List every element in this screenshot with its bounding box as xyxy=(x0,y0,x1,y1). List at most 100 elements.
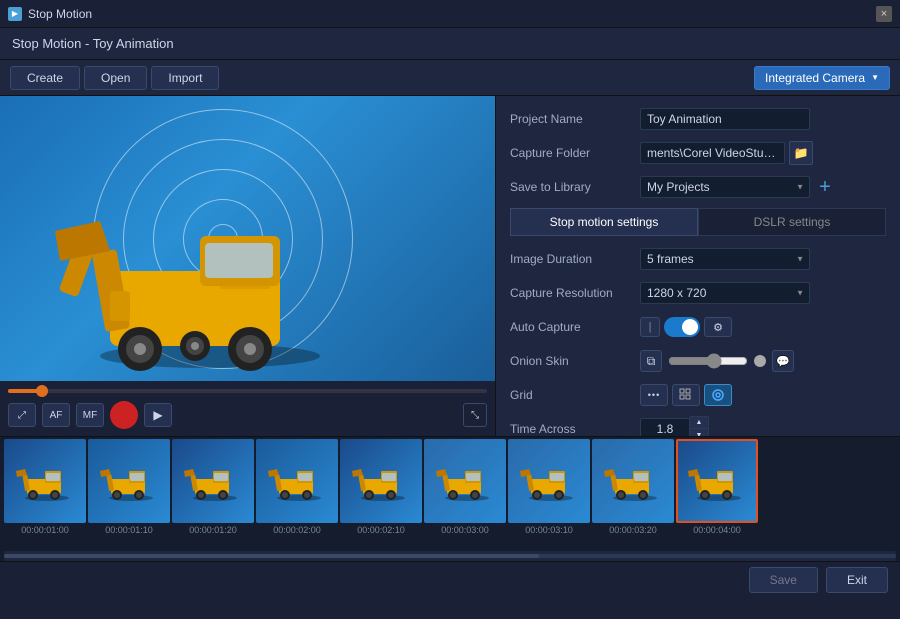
capture-resolution-label: Capture Resolution xyxy=(510,286,640,300)
capture-resolution-wrapper: 1280 x 720 1920 x 1080 640 x 480 xyxy=(640,282,810,304)
close-button[interactable]: × xyxy=(876,6,892,22)
save-library-row: Save to Library My Projects + xyxy=(510,174,886,200)
open-button[interactable]: Open xyxy=(84,66,147,90)
auto-capture-controls: | ⚙ xyxy=(640,317,732,337)
film-frame[interactable] xyxy=(592,439,674,523)
time-spin-up[interactable]: ▲ xyxy=(690,417,708,429)
slider-thumb-icon xyxy=(754,355,766,367)
image-duration-label: Image Duration xyxy=(510,252,640,266)
time-spin-down[interactable]: ▼ xyxy=(690,429,708,436)
grid-squares-button[interactable] xyxy=(672,384,700,406)
save-button[interactable]: Save xyxy=(749,567,818,593)
timestamp-label: 00:00:02:00 xyxy=(256,525,338,541)
camera-dropdown[interactable]: Integrated Camera ▼ xyxy=(754,66,890,90)
project-name-row: Project Name xyxy=(510,106,886,132)
play-button[interactable]: ▶ xyxy=(144,403,172,427)
project-name-input[interactable] xyxy=(640,108,810,130)
timestamp-label: 00:00:03:00 xyxy=(424,525,506,541)
time-spinners: ▲ ▼ xyxy=(690,416,709,436)
app-icon: ▶ xyxy=(8,7,22,21)
capture-folder-row: Capture Folder 📁 xyxy=(510,140,886,166)
progress-bar-container[interactable] xyxy=(8,385,487,397)
onion-end-button[interactable]: 💬 xyxy=(772,350,794,372)
timestamp-label: 00:00:03:20 xyxy=(592,525,674,541)
save-library-select[interactable]: My Projects xyxy=(640,176,810,198)
save-library-label: Save to Library xyxy=(510,180,640,194)
timestamps-row: 00:00:01:0000:00:01:1000:00:01:2000:00:0… xyxy=(0,525,900,541)
onion-layers-button[interactable]: ⧉ xyxy=(640,350,662,372)
af-button[interactable]: AF xyxy=(42,403,70,427)
film-frame[interactable] xyxy=(172,439,254,523)
film-frame[interactable] xyxy=(508,439,590,523)
title-bar: ▶ Stop Motion × xyxy=(0,0,900,28)
film-frame[interactable] xyxy=(676,439,758,523)
video-background xyxy=(0,96,495,381)
timestamp-label: 00:00:03:10 xyxy=(508,525,590,541)
browse-folder-button[interactable]: 📁 xyxy=(789,141,813,165)
video-canvas xyxy=(0,96,495,381)
grid-squares-icon xyxy=(679,388,693,402)
toggle-thumb xyxy=(682,319,698,335)
create-button[interactable]: Create xyxy=(10,66,80,90)
time-across-input[interactable] xyxy=(640,418,690,436)
record-button[interactable] xyxy=(110,401,138,429)
layers-icon: ⧉ xyxy=(647,354,656,369)
film-frame[interactable] xyxy=(88,439,170,523)
image-duration-select[interactable]: 5 frames 10 frames 15 frames xyxy=(640,248,810,270)
time-across-input-group: ▲ ▼ xyxy=(640,416,709,436)
tab-dslr[interactable]: DSLR settings xyxy=(698,208,886,236)
capture-folder-input[interactable] xyxy=(640,142,785,164)
image-duration-wrapper: 5 frames 10 frames 15 frames xyxy=(640,248,810,270)
toggle-on-button[interactable] xyxy=(664,317,700,337)
toy-truck-image xyxy=(50,181,350,371)
exit-button[interactable]: Exit xyxy=(826,567,888,593)
progress-track[interactable] xyxy=(8,389,487,393)
mf-button[interactable]: MF xyxy=(76,403,104,427)
save-library-wrapper: My Projects xyxy=(640,176,810,198)
video-controls: ⤢ AF MF ▶ ⤡ xyxy=(0,381,495,436)
controls-row: ⤢ AF MF ▶ ⤡ xyxy=(8,401,487,429)
film-frame[interactable] xyxy=(340,439,422,523)
progress-thumb[interactable] xyxy=(36,385,48,397)
grid-row: Grid ••• xyxy=(510,382,886,408)
filmstrip-scroll[interactable] xyxy=(0,437,900,525)
toggle-off-button[interactable]: | xyxy=(640,317,660,337)
filmstrip-area: 00:00:01:0000:00:01:1000:00:01:2000:00:0… xyxy=(0,436,900,551)
grid-circle-button[interactable] xyxy=(704,384,732,406)
capture-resolution-select[interactable]: 1280 x 720 1920 x 1080 640 x 480 xyxy=(640,282,810,304)
project-name-label: Project Name xyxy=(510,112,640,126)
title-text: Stop Motion xyxy=(28,7,92,21)
settings-panel: Project Name Capture Folder 📁 Save to Li… xyxy=(495,96,900,436)
timestamp-label: 00:00:01:00 xyxy=(4,525,86,541)
film-frame[interactable] xyxy=(424,439,506,523)
subtitle-bar: Stop Motion - Toy Animation xyxy=(0,28,900,60)
fit-screen-button[interactable]: ⤢ xyxy=(8,403,36,427)
film-frame[interactable] xyxy=(256,439,338,523)
timestamp-label: 00:00:02:10 xyxy=(340,525,422,541)
onion-skin-label: Onion Skin xyxy=(510,354,640,368)
video-preview: ⤢ AF MF ▶ ⤡ xyxy=(0,96,495,436)
pipe-icon: | xyxy=(649,321,652,333)
camera-label: Integrated Camera xyxy=(765,71,865,85)
capture-resolution-row: Capture Resolution 1280 x 720 1920 x 108… xyxy=(510,280,886,306)
add-library-button[interactable]: + xyxy=(814,176,836,198)
fullscreen-button[interactable]: ⤡ xyxy=(463,403,487,427)
timestamp-label: 00:00:01:20 xyxy=(172,525,254,541)
toolbar: Create Open Import Integrated Camera ▼ xyxy=(0,60,900,96)
onion-skin-slider[interactable] xyxy=(668,353,748,369)
timestamp-label: 00:00:04:00 xyxy=(676,525,758,541)
auto-capture-settings-button[interactable]: ⚙ xyxy=(704,317,732,337)
chevron-down-icon: ▼ xyxy=(871,73,879,82)
grid-label: Grid xyxy=(510,388,640,402)
main-content: ⤢ AF MF ▶ ⤡ Project Name Capture Folder … xyxy=(0,96,900,436)
scrollbar-area[interactable] xyxy=(0,551,900,561)
film-frame[interactable] xyxy=(4,439,86,523)
settings-tabs: Stop motion settings DSLR settings xyxy=(510,208,886,236)
subtitle-text: Stop Motion - Toy Animation xyxy=(12,36,174,51)
grid-circle-icon xyxy=(711,388,725,402)
capture-folder-label: Capture Folder xyxy=(510,146,640,160)
grid-dots-button[interactable]: ••• xyxy=(640,384,668,406)
tab-stop-motion[interactable]: Stop motion settings xyxy=(510,208,698,236)
auto-capture-label: Auto Capture xyxy=(510,320,640,334)
import-button[interactable]: Import xyxy=(151,66,219,90)
